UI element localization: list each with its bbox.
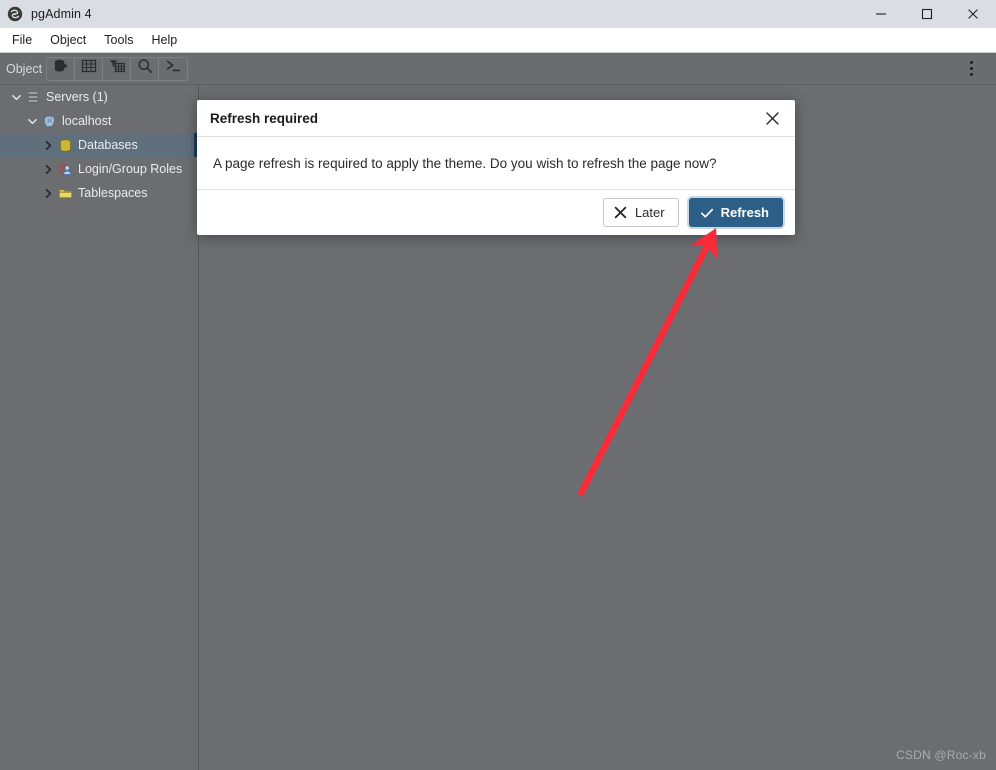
title-bar: pgAdmin 4 — [0, 0, 996, 28]
chevron-right-icon[interactable] — [40, 137, 56, 153]
dialog-header: Refresh required — [197, 100, 795, 137]
search-objects-button[interactable] — [131, 57, 159, 80]
database-play-icon — [53, 58, 69, 79]
menu-bar: File Object Tools Help — [0, 28, 996, 53]
table-grid-icon — [81, 58, 97, 79]
chevron-down-icon[interactable] — [8, 89, 24, 105]
tablespaces-icon — [56, 185, 74, 201]
menu-item-object[interactable]: Object — [42, 31, 94, 49]
tree-item-tablespaces[interactable]: Tablespaces — [0, 181, 198, 205]
kebab-dot — [969, 73, 973, 76]
close-icon[interactable] — [950, 0, 996, 28]
refresh-button[interactable]: Refresh — [688, 198, 783, 227]
menu-item-file[interactable]: File — [4, 31, 40, 49]
refresh-required-dialog: Refresh required A page refresh is requi… — [197, 100, 795, 235]
chevron-down-icon[interactable] — [24, 113, 40, 129]
chevron-right-icon[interactable] — [40, 161, 56, 177]
filter-table-icon — [109, 58, 125, 79]
databases-icon — [56, 137, 74, 153]
servers-icon — [24, 89, 42, 105]
watermark-text: CSDN @Roc-xb — [896, 748, 986, 762]
minimize-icon[interactable] — [858, 0, 904, 28]
maximize-icon[interactable] — [904, 0, 950, 28]
pgadmin-elephant-icon — [7, 6, 23, 22]
tree-item-servers[interactable]: Servers (1) — [0, 85, 198, 109]
window-title: pgAdmin 4 — [31, 7, 92, 21]
tree-item-label: Tablespaces — [78, 185, 148, 200]
dialog-body: A page refresh is required to apply the … — [197, 137, 795, 190]
toolbar-label: Object — [6, 61, 43, 76]
tree-item-label: Servers (1) — [46, 89, 108, 104]
tree-item-localhost[interactable]: localhost — [0, 109, 198, 133]
tree-item-label: Databases — [78, 137, 138, 152]
toolbar-button-group — [46, 56, 188, 81]
menu-item-tools[interactable]: Tools — [96, 31, 141, 49]
query-tool-button[interactable] — [47, 57, 75, 80]
menu-item-help[interactable]: Help — [143, 31, 185, 49]
tree-item-databases[interactable]: Databases — [0, 133, 198, 157]
tree-item-label: Login/Group Roles — [78, 161, 183, 176]
kebab-dot — [969, 61, 973, 64]
terminal-icon — [165, 58, 181, 79]
later-button-label: Later — [634, 205, 665, 220]
tree-item-label: localhost — [62, 113, 112, 128]
object-toolbar: Object — [0, 53, 996, 85]
view-data-button[interactable] — [75, 57, 103, 80]
postgres-server-icon — [40, 113, 58, 129]
kebab-dot — [969, 67, 973, 70]
dialog-close-icon[interactable] — [755, 101, 789, 135]
search-icon — [137, 58, 153, 79]
kebab-menu-icon[interactable] — [956, 53, 986, 85]
tree-item-login-group-roles[interactable]: Login/Group Roles — [0, 157, 198, 181]
later-button[interactable]: Later — [602, 198, 679, 227]
chevron-right-icon[interactable] — [40, 185, 56, 201]
cross-icon — [614, 206, 627, 219]
pgadmin-window: pgAdmin 4 File Object Tools Help Object — [0, 0, 996, 770]
check-icon — [700, 206, 714, 220]
object-browser-tree: Servers (1) localhost Databases Login/Gr… — [0, 85, 199, 770]
psql-tool-button[interactable] — [159, 58, 187, 80]
roles-icon — [56, 161, 74, 177]
dialog-message: A page refresh is required to apply the … — [213, 155, 717, 171]
dialog-footer: Later Refresh — [197, 190, 795, 235]
refresh-button-label: Refresh — [720, 205, 769, 220]
dialog-title: Refresh required — [210, 110, 319, 126]
filtered-rows-button[interactable] — [103, 57, 131, 80]
